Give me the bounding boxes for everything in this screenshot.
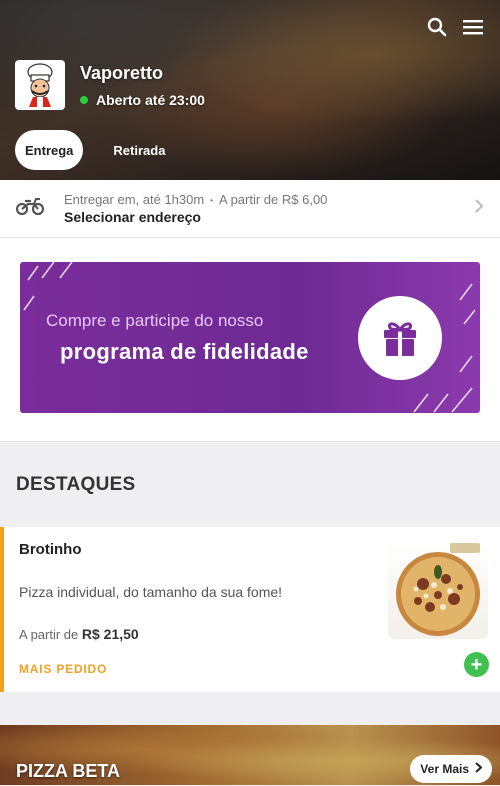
see-more-button[interactable]: Ver Mais xyxy=(410,755,492,783)
store-status-text: Aberto até 23:00 xyxy=(96,92,205,108)
section-title-highlights: DESTAQUES xyxy=(16,473,136,495)
see-more-label: Ver Mais xyxy=(420,762,469,776)
category-title: PIZZA BETA xyxy=(16,761,120,781)
delivery-time: Entregar em, até 1h30m xyxy=(64,192,205,207)
loyalty-program-banner[interactable]: Compre e participe do nosso programa de … xyxy=(20,262,480,413)
mode-delivery-button[interactable]: Entrega xyxy=(15,130,84,170)
header-actions xyxy=(426,16,484,38)
chevron-right-icon xyxy=(474,198,484,219)
price-value: R$ 21,50 xyxy=(81,626,139,642)
chevron-right-icon xyxy=(475,762,483,776)
product-card[interactable]: Brotinho Pizza individual, do tamanho da… xyxy=(0,527,500,692)
search-icon[interactable] xyxy=(426,16,448,38)
select-address-label: Selecionar endereço xyxy=(64,209,201,225)
store-name: Vaporetto xyxy=(80,63,164,83)
menu-icon[interactable] xyxy=(462,16,484,38)
store-status: Aberto até 23:00 xyxy=(80,92,205,108)
price-prefix: A partir de xyxy=(19,627,79,642)
category-banner: PIZZA BETA Ver Mais xyxy=(0,725,500,785)
store-header: Vaporetto Aberto até 23:00 Entrega Retir… xyxy=(0,0,500,180)
delivery-fee: A partir de R$ 6,00 xyxy=(219,192,328,207)
loyalty-line1: Compre e participe do nosso xyxy=(46,310,264,330)
add-to-cart-button[interactable]: + xyxy=(464,652,489,677)
gift-icon xyxy=(358,296,442,380)
store-logo xyxy=(15,60,65,110)
loyalty-line2: programa de fidelidade xyxy=(60,338,309,364)
mode-pickup-button[interactable]: Retirada xyxy=(103,130,175,170)
product-image xyxy=(388,539,488,639)
motorcycle-icon xyxy=(15,196,48,221)
delivery-address-row[interactable]: Entregar em, até 1h30m • A partir de R$ 6,… xyxy=(0,180,500,238)
separator-dot: • xyxy=(210,196,214,206)
most-ordered-badge: MAIS PEDIDO xyxy=(19,662,108,676)
open-status-dot xyxy=(80,96,88,104)
order-mode-toggle: Entrega Retirada xyxy=(15,130,175,170)
